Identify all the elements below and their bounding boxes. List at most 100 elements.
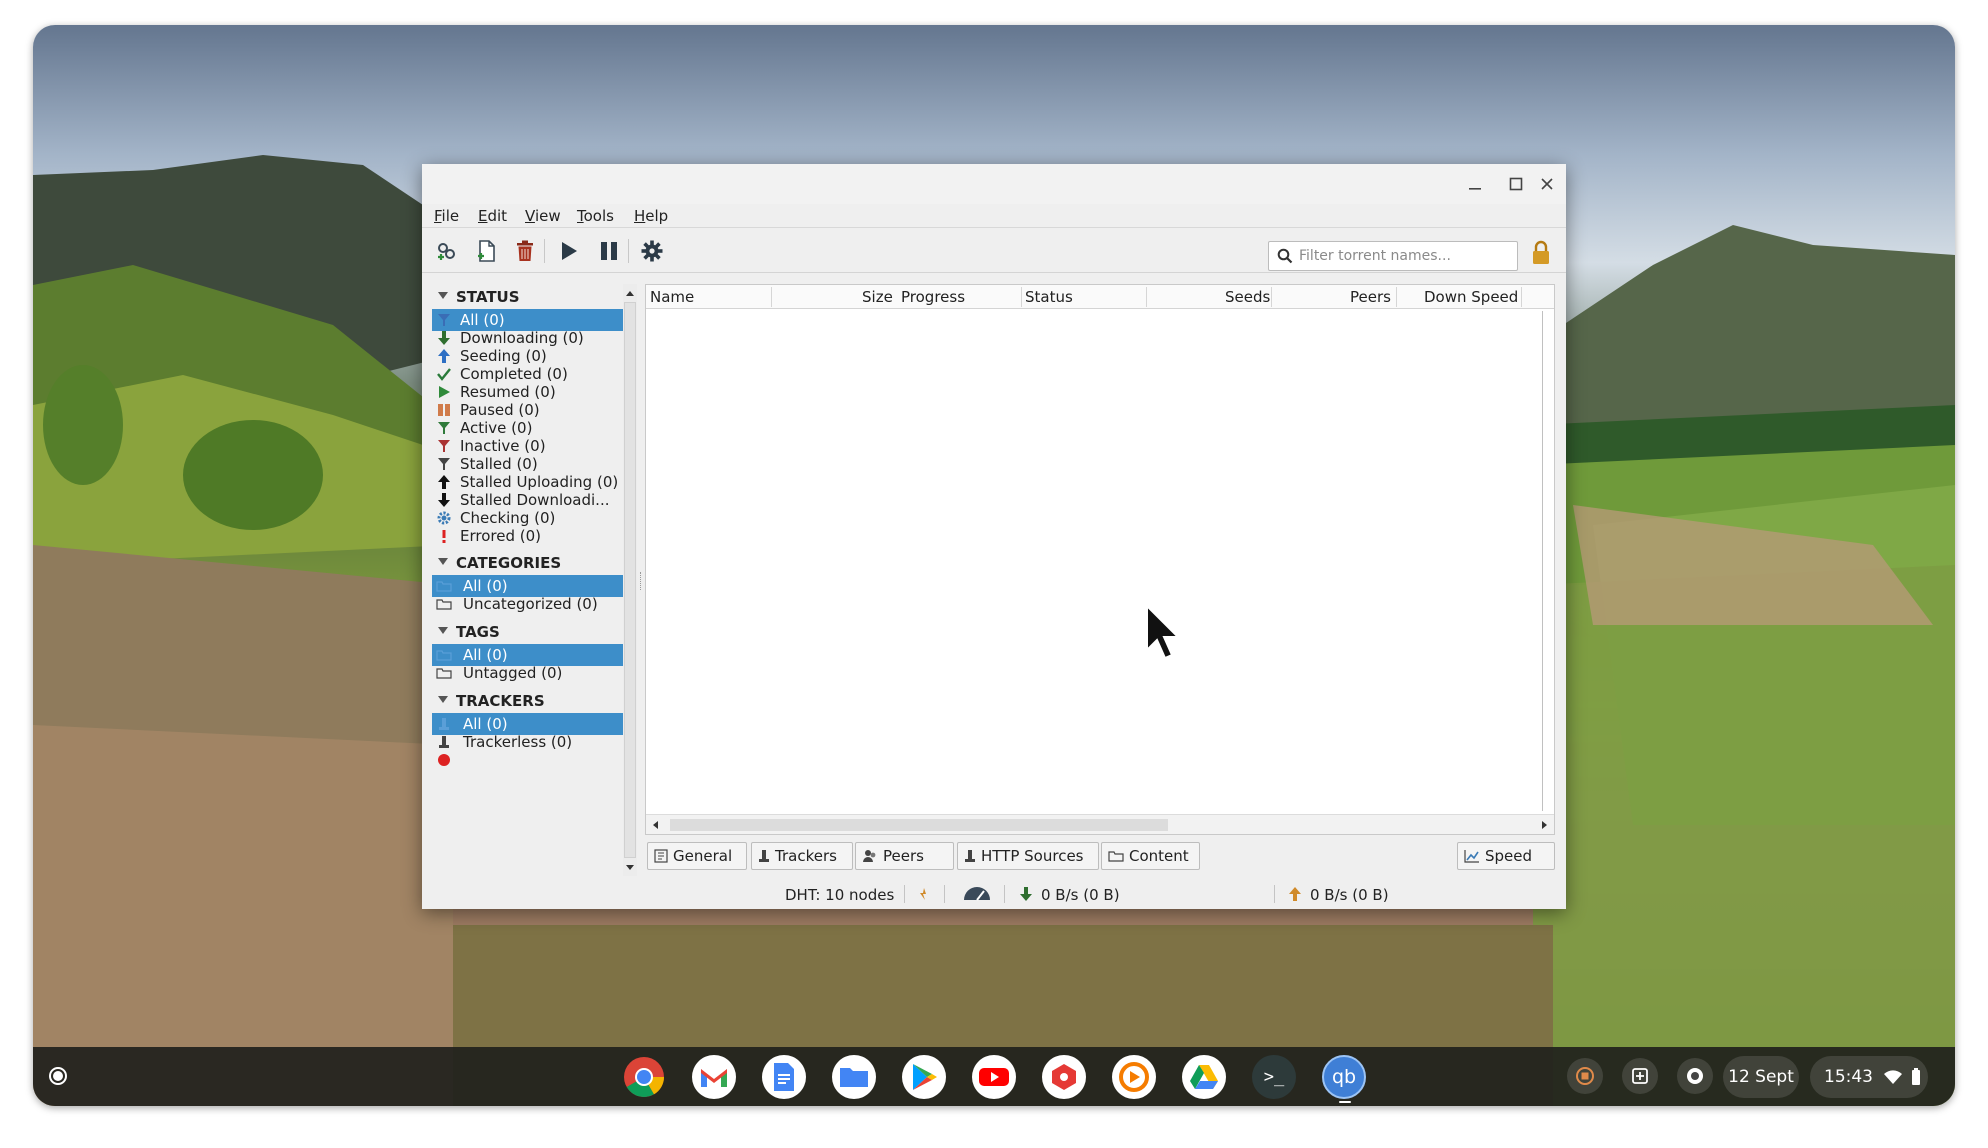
sidebar-scrollbar[interactable] [623,284,637,876]
shelf-app-drive[interactable] [1182,1055,1226,1099]
tab-http-sources[interactable]: HTTP Sources [957,842,1099,870]
shelf-app-chrome[interactable] [622,1055,666,1099]
shelf-app-youtube[interactable] [972,1055,1016,1099]
scroll-left-icon[interactable] [650,818,662,832]
tab-trackers[interactable]: Trackers [751,842,853,870]
checkmark-icon [436,366,452,382]
trackers-section-header[interactable]: TRACKERS [432,690,624,712]
launcher-icon [49,1067,67,1085]
tab-peers[interactable]: Peers [855,842,954,870]
error-icon [436,752,452,768]
column-separator [1521,287,1522,307]
system-tray[interactable]: 15:43 [1810,1056,1928,1098]
wifi-icon [1884,1070,1902,1084]
vertical-divider [1542,311,1543,811]
dht-status: DHT: 10 nodes [785,886,895,904]
upload-speed[interactable]: 0 B/s (0 B) [1310,886,1389,904]
folder-icon [436,596,452,612]
column-peers[interactable]: Peers [1350,288,1391,306]
scroll-up-icon[interactable] [623,286,637,300]
options-button[interactable] [637,237,667,265]
delete-torrent-button[interactable] [510,237,540,265]
terminal-icon: >_ [1263,1067,1285,1087]
status-separator [944,885,945,903]
shelf-app-qbittorrent[interactable]: qb [1322,1055,1366,1099]
gear-icon [641,240,663,262]
gear-icon [436,510,452,526]
tag-filter-untagged[interactable]: Untagged (0) [432,662,624,684]
play-icon [436,384,452,400]
add-torrent-file-button[interactable] [472,237,502,265]
filter-search-box[interactable] [1268,241,1518,271]
menu-file[interactable]: File [434,207,459,225]
torrent-list[interactable]: Name Size Progress Status Seeds Peers Do… [645,284,1555,835]
horizontal-scrollbar[interactable] [646,814,1554,834]
column-status[interactable]: Status [1025,288,1073,306]
speed-limit-icon[interactable] [962,886,992,906]
categories-section-header[interactable]: CATEGORIES [432,552,624,574]
tracker-filter-error-partial[interactable] [432,749,624,771]
minimize-button[interactable] [1462,172,1488,196]
column-separator [771,287,772,307]
shelf-app-gmail[interactable] [692,1055,736,1099]
splitter-handle[interactable] [640,572,642,590]
status-filter-errored[interactable]: Errored (0) [432,525,624,547]
shelf-app-orange[interactable] [1112,1055,1156,1099]
tags-section-header[interactable]: TAGS [432,621,624,643]
menu-edit[interactable]: Edit [478,207,507,225]
scroll-right-icon[interactable] [1538,818,1550,832]
menu-view[interactable]: View [525,207,561,225]
status-separator [1274,885,1275,903]
category-filter-uncategorized[interactable]: Uncategorized (0) [432,593,624,615]
shelf-app-terminal[interactable]: >_ [1252,1055,1296,1099]
tab-speed[interactable]: Speed [1457,842,1555,870]
scrollbar-thumb[interactable] [624,302,636,858]
screen-record-button[interactable] [1567,1058,1603,1094]
tab-general[interactable]: General [647,842,747,870]
scroll-down-icon[interactable] [623,860,637,874]
close-button[interactable] [1534,172,1560,196]
play-icon [562,242,577,260]
pause-button[interactable] [594,237,624,265]
qbittorrent-window: File Edit View Tools Help Filter torrent… [422,164,1566,909]
connection-status-icon[interactable] [917,886,931,906]
column-name[interactable]: Name [650,288,694,306]
title-bar [422,164,1566,204]
upload-arrow-icon [1287,886,1303,906]
lock-ui-button[interactable] [1526,239,1556,267]
column-separator [1396,287,1397,307]
clipboard-icon [1632,1068,1648,1084]
maximize-button[interactable] [1503,172,1529,196]
date-text: 12 Sept [1728,1067,1794,1087]
record-icon [1576,1067,1594,1085]
toolbar-separator [628,239,629,263]
column-down-speed[interactable]: Down Speed [1424,288,1518,306]
tab-content[interactable]: Content [1101,842,1200,870]
shelf-app-files[interactable] [832,1055,876,1099]
clipboard-button[interactable] [1622,1058,1658,1094]
resume-button[interactable] [554,237,584,265]
column-size[interactable]: Size [862,288,893,306]
add-torrent-link-button[interactable] [432,237,462,265]
status-section-header[interactable]: STATUS [432,286,624,308]
menu-bar: File Edit View Tools Help [422,204,1566,228]
column-progress[interactable]: Progress [901,288,965,306]
date-pill[interactable]: 12 Sept [1723,1056,1799,1098]
trackers-section-title: TRACKERS [456,692,545,710]
accessibility-button[interactable] [1677,1058,1713,1094]
menu-tools[interactable]: Tools [577,207,614,225]
shelf-app-play-store[interactable] [902,1055,946,1099]
collapse-arrow-icon [438,558,448,565]
menu-help[interactable]: Help [634,207,668,225]
filter-torrent-input[interactable] [1299,246,1513,266]
download-speed[interactable]: 0 B/s (0 B) [1041,886,1120,904]
horizontal-scrollbar-thumb[interactable] [670,819,1168,831]
orange-app-icon [1119,1062,1149,1092]
categories-section-title: CATEGORIES [456,554,562,572]
column-seeds[interactable]: Seeds [1225,288,1270,306]
shelf-app-red[interactable] [1042,1055,1086,1099]
launcher-button[interactable] [40,1058,76,1094]
shelf-app-docs[interactable] [762,1055,806,1099]
maximize-icon [1509,177,1523,191]
filter-sidebar: STATUS All (0) Downloading (0) Seeding (… [432,284,624,876]
